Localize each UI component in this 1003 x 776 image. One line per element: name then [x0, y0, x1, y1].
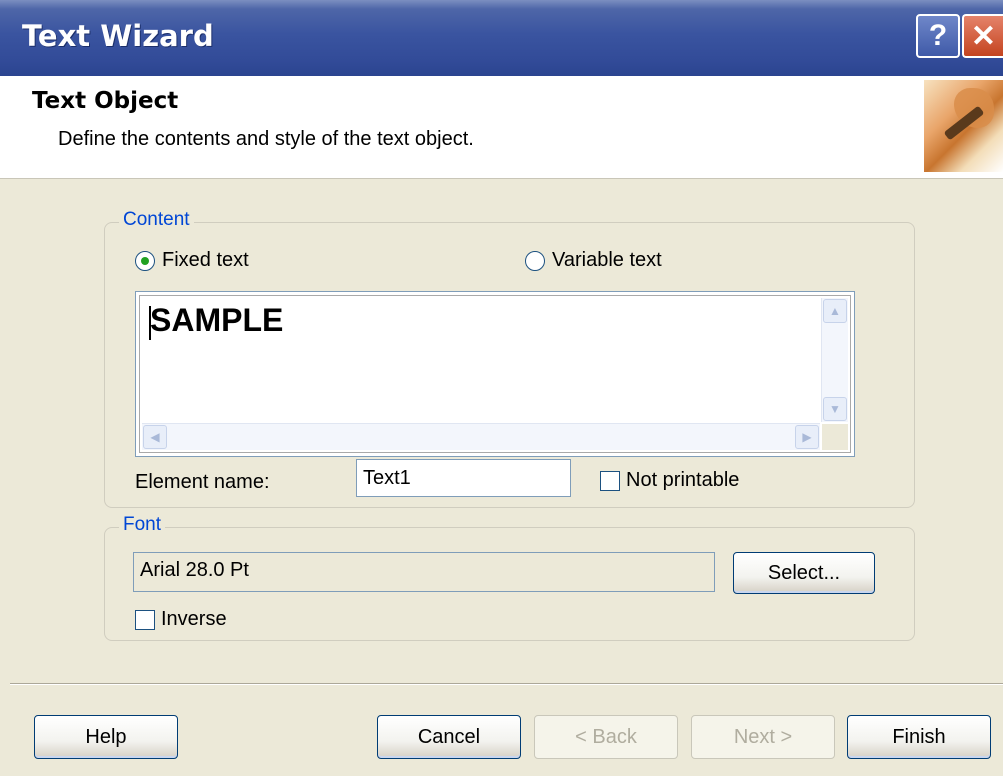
title-bar[interactable]: Text Wizard ? ✕	[0, 0, 1003, 76]
chevron-up-icon: ▲	[829, 304, 841, 318]
horizontal-scrollbar[interactable]: ◀ ▶	[142, 423, 820, 450]
cancel-button[interactable]: Cancel	[377, 715, 521, 759]
checkbox-unchecked-icon	[600, 470, 620, 491]
variable-text-label: Variable text	[552, 249, 662, 271]
help-button[interactable]: Help	[34, 715, 178, 759]
finish-button[interactable]: Finish	[847, 715, 991, 759]
title-help-button[interactable]: ?	[916, 14, 960, 58]
chevron-right-icon: ▶	[802, 430, 812, 444]
checkbox-unchecked-icon	[135, 609, 155, 630]
variable-text-radio[interactable]: Variable text	[525, 249, 662, 272]
vertical-scrollbar[interactable]: ▲ ▼	[821, 298, 848, 422]
chevron-down-icon: ▼	[829, 402, 841, 416]
current-font-field: Arial 28.0 Pt	[133, 552, 715, 592]
page-title: Text Object	[32, 88, 179, 114]
font-legend: Font	[119, 514, 166, 536]
not-printable-checkbox[interactable]: Not printable	[600, 469, 739, 492]
wizard-header: Text Object Define the contents and styl…	[0, 76, 1003, 179]
content-legend: Content	[119, 209, 194, 231]
text-content-value: SAMPLE	[150, 302, 284, 338]
text-content-area[interactable]: SAMPLE ▲ ▼ ◀ ▶	[135, 291, 855, 457]
question-mark-icon: ?	[928, 19, 948, 52]
select-font-button[interactable]: Select...	[733, 552, 875, 594]
scroll-left-button[interactable]: ◀	[143, 425, 167, 449]
fixed-text-radio[interactable]: Fixed text	[135, 249, 249, 272]
scroll-down-button[interactable]: ▼	[823, 397, 847, 421]
close-button[interactable]: ✕	[962, 14, 1003, 58]
scroll-right-button[interactable]: ▶	[795, 425, 819, 449]
footer-separator	[10, 683, 1003, 685]
page-subtitle: Define the contents and style of the tex…	[58, 128, 474, 150]
scroll-up-button[interactable]: ▲	[823, 299, 847, 323]
close-icon: ✕	[970, 19, 997, 53]
element-name-label: Element name:	[135, 471, 270, 493]
radio-checked-icon	[135, 250, 155, 271]
inverse-label: Inverse	[161, 608, 227, 630]
content-group: Content Fixed text Variable text SAMPLE …	[104, 209, 915, 508]
element-name-input[interactable]	[356, 459, 571, 497]
window-title: Text Wizard	[22, 19, 214, 53]
next-button[interactable]: Next >	[691, 715, 835, 759]
text-content-inner: SAMPLE ▲ ▼ ◀ ▶	[139, 295, 851, 453]
fixed-text-label: Fixed text	[162, 249, 249, 271]
radio-unchecked-icon	[525, 250, 545, 271]
text-wizard-dialog: Text Wizard ? ✕ Text Object Define the c…	[0, 0, 1003, 776]
scrollbar-corner	[822, 424, 848, 450]
back-button[interactable]: < Back	[534, 715, 678, 759]
not-printable-label: Not printable	[626, 469, 740, 491]
chevron-left-icon: ◀	[150, 430, 160, 444]
writing-hand-icon	[924, 80, 1003, 172]
inverse-checkbox[interactable]: Inverse	[135, 608, 227, 631]
font-group: Font Arial 28.0 Pt Select... Inverse	[104, 514, 915, 641]
